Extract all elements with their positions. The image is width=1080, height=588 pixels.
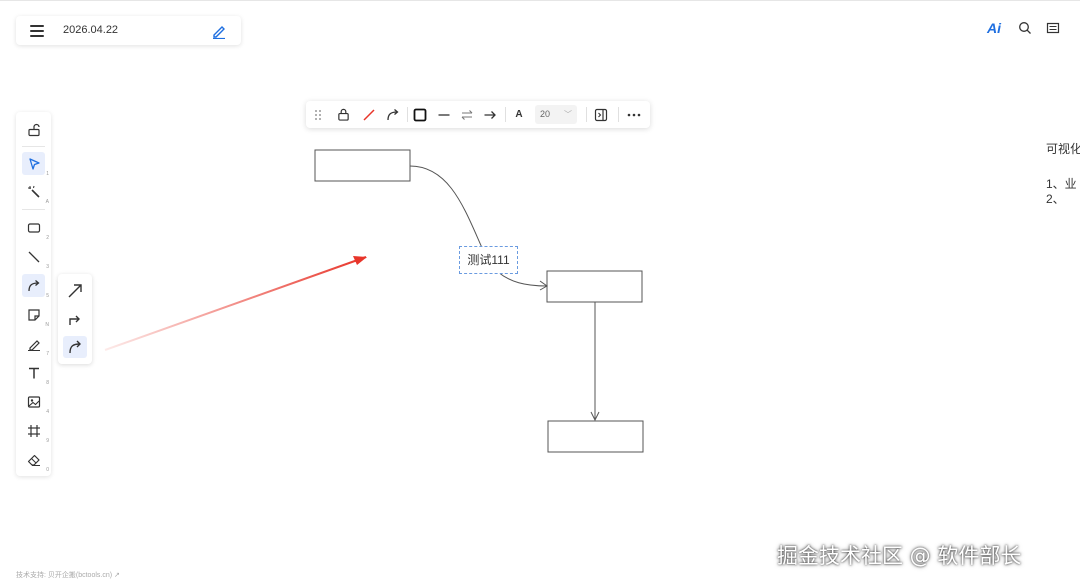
footer-credit[interactable]: 技术支持: 贝开企搬(bctools.cn) ↗ <box>16 570 120 580</box>
red-arrow[interactable] <box>104 256 367 351</box>
side-text-title[interactable]: 可视化 <box>1046 140 1080 157</box>
curved-connector[interactable] <box>409 165 484 251</box>
curved-connector[interactable] <box>497 271 548 287</box>
rectangle-shape[interactable] <box>547 420 644 453</box>
red-arrowhead <box>353 256 367 265</box>
rectangle-shape[interactable] <box>546 270 643 303</box>
rectangle-shape[interactable] <box>314 149 411 182</box>
side-text-line[interactable]: 2、 <box>1046 190 1065 207</box>
connector-label[interactable]: 测试111 <box>459 246 518 274</box>
watermark: 掘金技术社区 @ 软件部长 <box>777 544 1022 568</box>
whiteboard-canvas[interactable] <box>0 0 1080 588</box>
